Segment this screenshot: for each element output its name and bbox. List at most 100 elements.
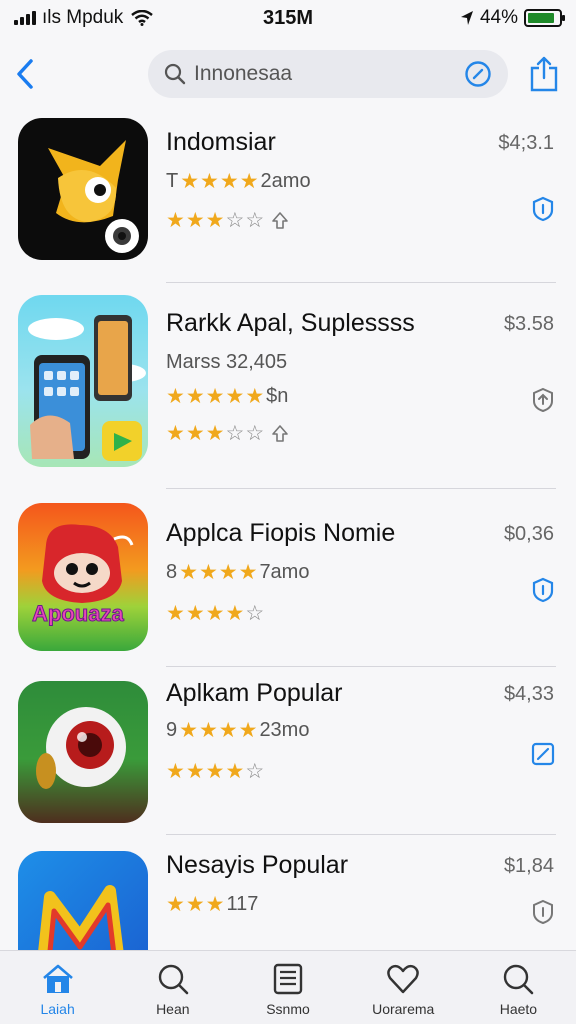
cat-mascot-icon bbox=[48, 140, 139, 253]
home-icon bbox=[42, 964, 73, 993]
app-title: Applca Fiopis Nomie bbox=[166, 519, 396, 547]
heart-icon bbox=[387, 964, 419, 994]
star-filled-icon: ★ bbox=[225, 385, 245, 408]
tab-search[interactable]: Hean bbox=[115, 951, 230, 1024]
app-subtitle: 9 ★ ★ ★ ★ 23mo bbox=[166, 719, 310, 742]
app-icon bbox=[18, 295, 148, 467]
search-icon bbox=[158, 964, 189, 995]
app-title: Aplkam Popular bbox=[166, 679, 343, 707]
shield-icon[interactable] bbox=[530, 387, 556, 413]
star-filled-icon: ★ bbox=[245, 385, 265, 408]
star-filled-icon: ★ bbox=[225, 760, 245, 783]
upload-icon bbox=[272, 424, 288, 442]
tab-label: Ssnmo bbox=[266, 1001, 310, 1017]
edit-icon[interactable] bbox=[530, 741, 556, 767]
star-filled-icon: ★ bbox=[238, 561, 258, 584]
list-item[interactable]: Rarkk Apal, Suplessss $3.58 Marss 32,405… bbox=[0, 283, 576, 489]
tab-label: Uorarema bbox=[372, 1001, 435, 1017]
star-filled-icon: ★ bbox=[166, 209, 185, 232]
app-subtitle: ★ ★ ★ 117 bbox=[166, 893, 259, 916]
app-price: $3.58 bbox=[503, 313, 554, 335]
star-filled-icon: ★ bbox=[166, 385, 185, 408]
m-letter-icon bbox=[38, 885, 124, 950]
app-icon bbox=[18, 851, 148, 950]
star-filled-icon: ★ bbox=[166, 760, 185, 783]
eye-camera-icon bbox=[36, 707, 126, 789]
status-bar: ıls Mpduk 315M 44% bbox=[0, 0, 576, 36]
list-item[interactable]: Aplkam Popular $4,33 9 ★ ★ ★ ★ 23mo ★ ★ ★ ★ ☆ bbox=[0, 667, 576, 835]
search-icon bbox=[504, 964, 534, 995]
star-filled-icon: ★ bbox=[185, 422, 205, 445]
tab-label: Hean bbox=[156, 1001, 190, 1017]
battery-level bbox=[528, 13, 554, 23]
star-filled-icon: ★ bbox=[166, 422, 185, 445]
rating-stars: ★ ★ ★ ★ ☆ bbox=[166, 603, 264, 624]
app-subtitle: 8 ★ ★ ★ ★ 7amo bbox=[166, 561, 310, 584]
tab-list[interactable]: Ssnmo bbox=[230, 951, 345, 1024]
subtitle-stars: ★ ★ ★ ★ bbox=[179, 562, 257, 583]
star-filled-icon: ★ bbox=[205, 209, 225, 232]
star-empty-icon: ☆ bbox=[245, 760, 265, 783]
chevron-left-icon bbox=[17, 59, 33, 89]
app-price: $4;3.1 bbox=[498, 132, 554, 154]
star-filled-icon: ★ bbox=[239, 170, 259, 193]
star-filled-icon: ★ bbox=[179, 719, 198, 742]
back-button[interactable] bbox=[10, 52, 40, 96]
wifi-icon bbox=[131, 10, 154, 26]
star-filled-icon: ★ bbox=[180, 170, 200, 193]
subtitle-stars: ★ ★ ★ ★ bbox=[179, 720, 257, 741]
star-filled-icon: ★ bbox=[185, 760, 205, 783]
list-icon bbox=[273, 963, 303, 995]
list-item[interactable]: Indomsiar $4;3.1 T ★ ★ ★ ★ 2amo ★ ★ ★ ☆ ☆ bbox=[0, 110, 576, 283]
shield-icon[interactable] bbox=[530, 196, 556, 222]
rating-stars: ★ ★ ★ ☆ ☆ bbox=[166, 210, 264, 231]
app-subtitle-line-two: ★ ★ ★ ★ ★ $n bbox=[166, 385, 289, 408]
shield-icon[interactable] bbox=[530, 577, 556, 603]
phones-illustration-icon bbox=[28, 315, 146, 461]
star-filled-icon: ★ bbox=[218, 719, 238, 742]
star-filled-icon: ★ bbox=[205, 385, 225, 408]
tab-favorites[interactable]: Uorarema bbox=[346, 951, 461, 1024]
app-price: $0,36 bbox=[503, 523, 554, 545]
list-item[interactable]: Nesayis Popular $1,84 ★ ★ ★ 117 bbox=[0, 835, 576, 950]
rating-stars: ★ ★ ★ ☆ ☆ bbox=[166, 423, 264, 444]
star-filled-icon: ★ bbox=[218, 561, 238, 584]
app-title: Rarkk Apal, Suplessss bbox=[166, 309, 415, 337]
location-icon bbox=[460, 11, 473, 25]
share-button[interactable] bbox=[526, 52, 562, 96]
rating-row: ★ ★ ★ ★ ☆ bbox=[166, 603, 264, 624]
shield-icon[interactable] bbox=[530, 899, 556, 925]
signal-icon bbox=[14, 11, 36, 25]
search-input[interactable] bbox=[194, 62, 464, 86]
star-filled-icon: ★ bbox=[179, 561, 198, 584]
app-subtitle: T ★ ★ ★ ★ 2amo bbox=[166, 170, 311, 193]
tab-home[interactable]: Laiah bbox=[0, 951, 115, 1024]
app-title: Indomsiar bbox=[166, 128, 276, 156]
star-filled-icon: ★ bbox=[185, 893, 205, 916]
star-filled-icon: ★ bbox=[166, 893, 185, 916]
app-subtitle: Marss 32,405 bbox=[166, 351, 288, 373]
star-filled-icon: ★ bbox=[238, 719, 258, 742]
star-filled-icon: ★ bbox=[185, 602, 205, 625]
app-price: $4,33 bbox=[503, 683, 554, 705]
star-filled-icon: ★ bbox=[185, 209, 205, 232]
list-item[interactable]: Apouaza Applca Fiopis Nomie $0,36 8 ★ ★ ★ ★… bbox=[0, 489, 576, 667]
star-empty-icon: ☆ bbox=[225, 422, 245, 445]
star-empty-icon: ☆ bbox=[245, 422, 265, 445]
tab-label: Haeto bbox=[499, 1001, 538, 1017]
star-filled-icon: ★ bbox=[198, 719, 218, 742]
star-filled-icon: ★ bbox=[200, 170, 219, 193]
subtitle-stars: ★ ★ ★ ★ ★ bbox=[166, 386, 264, 407]
tab-bar: Laiah Hean Ssnmo Uorarema Haeto bbox=[0, 950, 576, 1024]
app-icon bbox=[18, 681, 148, 823]
app-icon bbox=[18, 118, 148, 260]
svg-text:Apouaza: Apouaza bbox=[32, 601, 124, 626]
tab-search-alt[interactable]: Haeto bbox=[461, 951, 576, 1024]
search-bar[interactable] bbox=[148, 50, 508, 98]
app-icon: Apouaza bbox=[18, 503, 148, 651]
star-empty-icon: ☆ bbox=[225, 209, 245, 232]
compass-icon[interactable] bbox=[464, 60, 492, 88]
subtitle-stars: ★ ★ ★ bbox=[166, 894, 224, 915]
star-empty-icon: ☆ bbox=[245, 602, 265, 625]
star-filled-icon: ★ bbox=[205, 422, 225, 445]
